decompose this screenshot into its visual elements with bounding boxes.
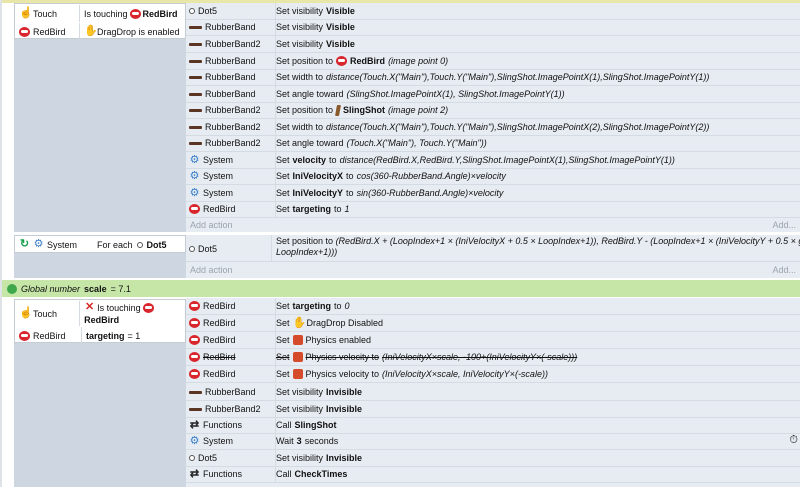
redbird-icon bbox=[189, 369, 200, 379]
dragdrop-icon: ✋ bbox=[84, 25, 98, 37]
touch-icon: ☝ bbox=[19, 307, 33, 319]
functions-icon: ⇄ bbox=[189, 418, 200, 431]
action-row[interactable]: RedBird Set Physics enabled bbox=[186, 332, 800, 349]
rubberband2-icon bbox=[189, 141, 202, 145]
action-row[interactable]: ⇄ Functions Call CheckTimes bbox=[186, 466, 800, 483]
gear-icon: ⚙ bbox=[189, 153, 200, 166]
gear-icon: ⚙ bbox=[189, 186, 200, 199]
rubberband-icon bbox=[189, 75, 202, 79]
dot5-icon bbox=[136, 241, 143, 248]
redbird-icon bbox=[19, 330, 30, 341]
action-row[interactable]: Dot5 Set visibility Visible bbox=[186, 3, 800, 20]
event3-conditions[interactable]: ☝ Touch ✕ Is touching RedBird RedBird targ… bbox=[14, 299, 186, 344]
action-row[interactable]: Dot5 Set position to (RedBird.X + (LoopI… bbox=[186, 235, 800, 262]
gear-icon: ⚙ bbox=[189, 169, 200, 182]
rubberband2-icon bbox=[189, 125, 202, 129]
event3-condition-targeting[interactable]: RedBird targeting = 1 bbox=[15, 327, 185, 344]
rubberband2-icon bbox=[189, 407, 202, 411]
event2-condition[interactable]: ↻ ⚙ System For each Dot5 bbox=[14, 235, 186, 253]
loop-icon: ↻ bbox=[19, 238, 30, 250]
action-row[interactable]: ⚙ System Set IniVelocityX to cos(360-RubberBa… bbox=[186, 168, 800, 185]
event1-condition-area bbox=[14, 39, 186, 232]
physics-icon bbox=[292, 335, 303, 345]
event2-condition-foreach[interactable]: ↻ ⚙ System For each Dot5 bbox=[15, 236, 185, 253]
add-action-row[interactable]: Add action Add... bbox=[186, 263, 800, 278]
action-row[interactable]: RubberBand2 Set angle toward (Touch.X("Mai… bbox=[186, 135, 800, 152]
rubberband-icon bbox=[189, 59, 202, 63]
invert-x-icon: ✕ bbox=[85, 301, 95, 313]
gear-icon: ⚙ bbox=[33, 238, 44, 250]
action-row[interactable]: RubberBand Set angle toward (SlingShot.Ima… bbox=[186, 86, 800, 103]
event1-actions: Dot5 Set visibility Visible RubberBand Set … bbox=[186, 3, 800, 232]
redbird-icon bbox=[19, 26, 30, 37]
redbird-icon bbox=[189, 301, 200, 311]
dragdrop-icon: ✋ bbox=[292, 316, 307, 329]
action-row[interactable]: RubberBand2 Set width to distance(Touch.X(… bbox=[186, 119, 800, 136]
action-row[interactable]: RedBird Set Physics velocity to (IniVelocit… bbox=[186, 366, 800, 383]
slingshot-icon bbox=[335, 104, 342, 116]
event-margin bbox=[0, 0, 2, 487]
action-row[interactable]: RedBird Set targeting to 0 bbox=[186, 298, 800, 315]
redbird-icon bbox=[336, 56, 348, 66]
event3-condition-not-touching[interactable]: ☝ Touch ✕ Is touching RedBird bbox=[15, 301, 185, 326]
event2-condition-area bbox=[14, 253, 186, 278]
global-variable-row[interactable]: Global number scale = 7.1 bbox=[2, 280, 800, 297]
redbird-icon bbox=[189, 335, 200, 345]
action-row[interactable]: RubberBand Set visibility Visible bbox=[186, 19, 800, 36]
redbird-icon bbox=[129, 8, 141, 19]
event1-condition-dragdrop[interactable]: RedBird ✋ DragDrop is enabled bbox=[15, 23, 185, 40]
rubberband-icon bbox=[189, 390, 202, 394]
event1-conditions[interactable]: ☝ Touch Is touching RedBird RedBird ✋ DragD… bbox=[14, 3, 186, 40]
action-row[interactable]: ⚙ System Set IniVelocityY to sin(360-RubberBa… bbox=[186, 185, 800, 202]
functions-icon: ⇄ bbox=[189, 467, 200, 480]
action-row[interactable]: RubberBand2 Set position to SlingShot (imag… bbox=[186, 102, 800, 119]
action-row[interactable]: RubberBand Set position to RedBird (image p… bbox=[186, 53, 800, 70]
rubberband2-icon bbox=[189, 42, 202, 46]
action-row[interactable]: RubberBand2 Set visibility Invisible bbox=[186, 401, 800, 418]
physics-icon bbox=[292, 352, 303, 362]
event2-actions: Dot5 Set position to (RedBird.X + (LoopI… bbox=[186, 235, 800, 278]
action-row[interactable]: RubberBand Set width to distance(Touch.X("… bbox=[186, 69, 800, 86]
rubberband-icon bbox=[189, 25, 202, 29]
action-row[interactable]: RubberBand2 Set visibility Visible bbox=[186, 36, 800, 53]
action-row-disabled[interactable]: RedBird Set Physics velocity to (IniVelocit… bbox=[186, 349, 800, 366]
redbird-icon bbox=[189, 318, 200, 328]
event3-condition-area bbox=[14, 343, 186, 487]
action-row[interactable]: RubberBand Set visibility Invisible bbox=[186, 384, 800, 401]
touch-icon: ☝ bbox=[19, 7, 33, 19]
add-action-row[interactable]: Add action Add... bbox=[186, 217, 800, 233]
dot5-icon bbox=[189, 8, 195, 14]
action-row[interactable]: ⚙ System Set velocity to distance(RedBird.X,R… bbox=[186, 152, 800, 169]
global-variable-icon bbox=[7, 283, 17, 294]
dot5-icon bbox=[189, 245, 195, 252]
gear-icon: ⚙ bbox=[189, 434, 200, 447]
action-row[interactable]: ⚙ System Wait 3 seconds ⏱ bbox=[186, 433, 800, 450]
action-row[interactable]: RedBird Set ✋ DragDrop Disabled bbox=[186, 315, 800, 332]
action-row[interactable]: Dot5 Set visibility Invisible bbox=[186, 450, 800, 467]
physics-icon bbox=[292, 369, 303, 379]
event3-actions: RedBird Set targeting to 0 RedBird Set ✋ DragDr… bbox=[186, 298, 800, 487]
event1-condition-touch[interactable]: ☝ Touch Is touching RedBird bbox=[15, 5, 185, 22]
redbird-icon bbox=[142, 302, 154, 313]
action-row[interactable]: ⇄ Functions Call SlingShot bbox=[186, 417, 800, 434]
redbird-icon bbox=[189, 204, 200, 214]
dot5-icon bbox=[189, 455, 195, 461]
rubberband-icon bbox=[189, 92, 202, 96]
rubberband2-icon bbox=[189, 108, 202, 112]
redbird-icon bbox=[189, 352, 200, 362]
action-row[interactable]: RedBird Set targeting to 1 bbox=[186, 201, 800, 218]
timer-icon: ⏱ bbox=[789, 434, 798, 446]
